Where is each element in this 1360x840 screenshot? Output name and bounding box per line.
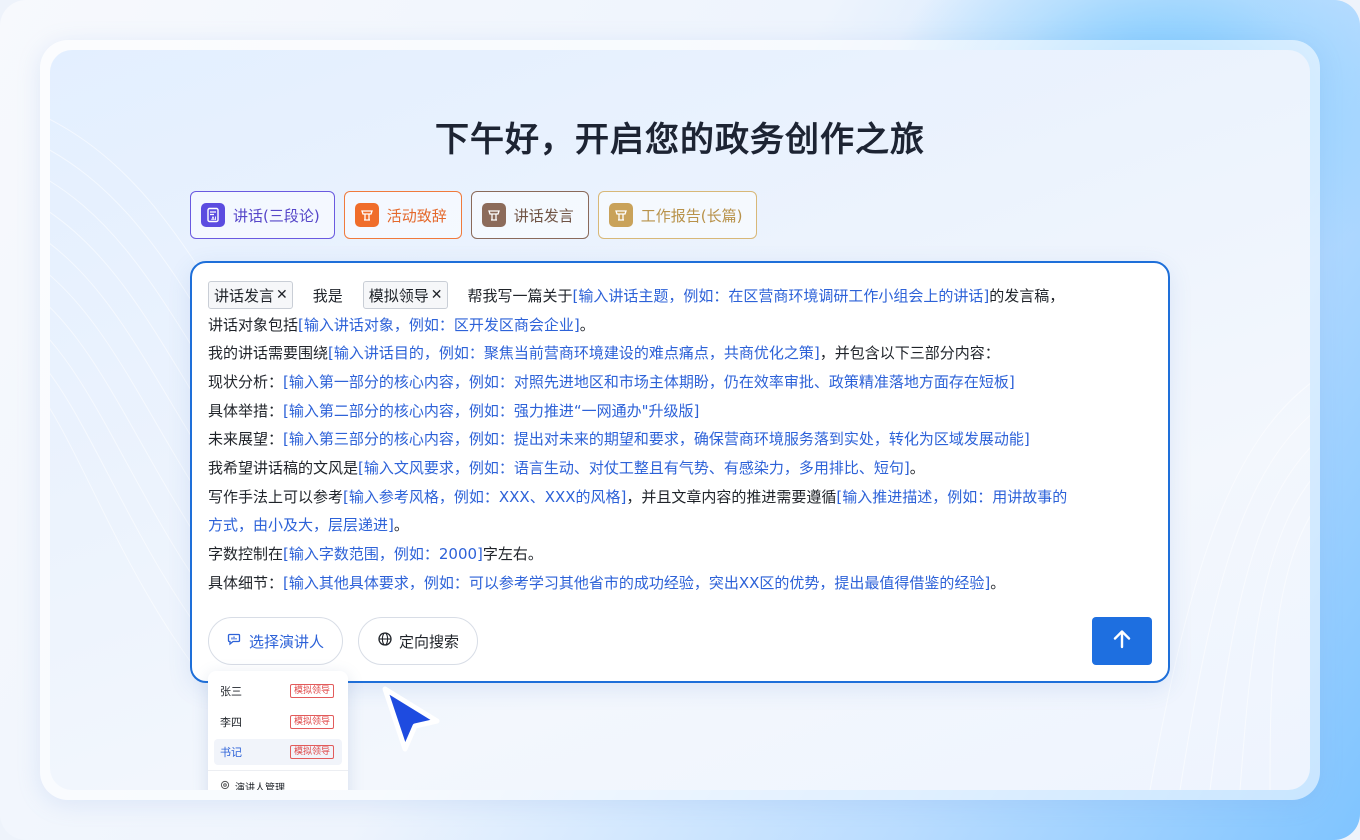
ai-document-icon: AI — [201, 203, 225, 227]
page-title: 下午好，开启您的政务创作之旅 — [435, 120, 925, 160]
tab-event-address[interactable]: 活动致辞 — [343, 191, 462, 239]
placeholder-part-three[interactable]: [输入第三部分的核心内容，例如：提出对未来的期望和要求，确保营商环境服务落到实处… — [283, 428, 1030, 449]
speaker-chat-icon — [227, 631, 243, 651]
speaker-tag: 模拟领导 — [290, 745, 335, 759]
close-icon[interactable]: ✕ — [431, 287, 443, 303]
tab-work-report-long[interactable]: 工作报告(长篇) — [597, 191, 758, 239]
speaker-tag: 模拟领导 — [290, 715, 335, 729]
podium-icon — [354, 203, 379, 227]
placeholder-details[interactable]: [输入其他具体要求，例如：可以参考学习其他省市的成功经验，突出XX区的优势，提出… — [283, 572, 990, 593]
placeholder-progression[interactable]: [输入推进描述，例如：用讲故事的 — [836, 486, 1067, 507]
placeholder-word-count[interactable]: [输入字数范围，例如：2000] — [283, 543, 483, 564]
chip-type[interactable]: 讲话发言 ✕ — [208, 281, 293, 310]
placeholder-reference[interactable]: [输入参考风格，例如：XXX、XXX的风格] — [343, 486, 626, 507]
main-panel: 下午好，开启您的政务创作之旅 AI 讲话(三段论) 活动致辞 讲话发言 工作报告… — [50, 50, 1310, 790]
podium-icon — [481, 203, 506, 227]
tab-label: 讲话发言 — [513, 206, 574, 225]
speaker-option[interactable]: 李四 模拟领导 — [214, 709, 342, 735]
tab-speech-remarks[interactable]: 讲话发言 — [470, 191, 589, 239]
placeholder-style[interactable]: [输入文风要求，例如：语言生动、对仗工整且有气势、有感染力，多用排比、短句] — [358, 457, 910, 478]
speaker-option[interactable]: 张三 模拟领导 — [214, 678, 342, 704]
tab-label: 工作报告(长篇) — [640, 206, 743, 225]
tab-label: 讲话(三段论) — [233, 206, 320, 225]
speaker-option-selected[interactable]: 书记 模拟领导 — [214, 739, 342, 765]
prompt-editor[interactable]: 讲话发言 ✕ 我是 模拟领导 ✕ 帮我写一篇关于 [输入讲话主题，例如：在区营商环境… — [190, 261, 1170, 683]
gear-icon — [220, 780, 230, 790]
manage-speakers-link[interactable]: 演讲人管理 — [220, 779, 285, 790]
prompt-content[interactable]: 讲话发言 ✕ 我是 模拟领导 ✕ 帮我写一篇关于 [输入讲话主题，例如：在区营商环境… — [208, 281, 1158, 597]
prompt-line-6: 未来展望： [输入第三部分的核心内容，例如：提出对未来的期望和要求，确保营商环境… — [208, 428, 1030, 449]
placeholder-topic[interactable]: [输入讲话主题，例如：在区营商环境调研工作小组会上的讲话] — [573, 285, 990, 306]
arrow-up-icon — [1110, 627, 1134, 655]
speaker-tag: 模拟领导 — [290, 684, 335, 698]
prompt-line-1: 讲话发言 ✕ 我是 模拟领导 ✕ 帮我写一篇关于 [输入讲话主题，例如：在区营商环境… — [208, 281, 1158, 310]
prompt-line-9: 方式，由小及大，层层递进] 。 — [208, 514, 409, 535]
svg-text:AI: AI — [211, 216, 216, 222]
prompt-line-4: 现状分析： [输入第一部分的核心内容，例如：对照先进地区和市场主体期盼，仍在效率… — [208, 371, 1015, 392]
prompt-line-3: 我的讲话需要围绕 [输入讲话目的，例如：聚焦当前营商环境建设的难点痛点，共商优化… — [208, 342, 1000, 363]
placeholder-purpose[interactable]: [输入讲话目的，例如：聚焦当前营商环境建设的难点痛点，共商优化之策] — [328, 342, 820, 363]
dropdown-divider — [208, 770, 348, 771]
prompt-line-7: 我希望讲话稿的文风是 [输入文风要求，例如：语言生动、对仗工整且有气势、有感染力… — [208, 457, 925, 478]
placeholder-progression-cont[interactable]: 方式，由小及大，层层递进] — [208, 514, 394, 535]
prompt-line-2: 讲话对象包括 [输入讲话对象，例如：区开发区商会企业] 。 — [208, 314, 595, 335]
prompt-line-8: 写作手法上可以参考 [输入参考风格，例如：XXX、XXX的风格] ，并且文章内容… — [208, 486, 1068, 507]
close-icon[interactable]: ✕ — [276, 287, 288, 303]
placeholder-audience[interactable]: [输入讲话对象，例如：区开发区商会企业] — [298, 314, 580, 335]
directed-search-button[interactable]: 定向搜索 — [358, 617, 479, 665]
chip-speaker[interactable]: 模拟领导 ✕ — [362, 281, 448, 310]
pointer-cursor-icon — [382, 686, 440, 752]
speaker-dropdown: 张三 模拟领导 李四 模拟领导 书记 模拟领导 演讲人管理 — [208, 671, 348, 790]
send-button[interactable] — [1092, 617, 1152, 665]
placeholder-part-two[interactable]: [输入第二部分的核心内容，例如：强力推进“一网通办"升级版] — [283, 400, 699, 421]
prompt-line-11: 具体细节： [输入其他具体要求，例如：可以参考学习其他省市的成功经验，突出XX区… — [208, 572, 1006, 593]
select-speaker-button[interactable]: 选择演讲人 — [208, 617, 344, 665]
placeholder-part-one[interactable]: [输入第一部分的核心内容，例如：对照先进地区和市场主体期盼，仍在效率审批、政策精… — [283, 371, 1015, 392]
tab-speech-three-part[interactable]: AI 讲话(三段论) — [190, 191, 335, 239]
podium-icon — [608, 203, 633, 227]
tab-label: 活动致辞 — [386, 206, 447, 225]
prompt-line-10: 字数控制在 [输入字数范围，例如：2000] 字左右。 — [208, 543, 543, 564]
template-tabs: AI 讲话(三段论) 活动致辞 讲话发言 工作报告(长篇) — [190, 191, 758, 239]
prompt-line-5: 具体举措： [输入第二部分的核心内容，例如：强力推进“一网通办"升级版] — [208, 400, 700, 421]
globe-icon — [377, 631, 393, 651]
